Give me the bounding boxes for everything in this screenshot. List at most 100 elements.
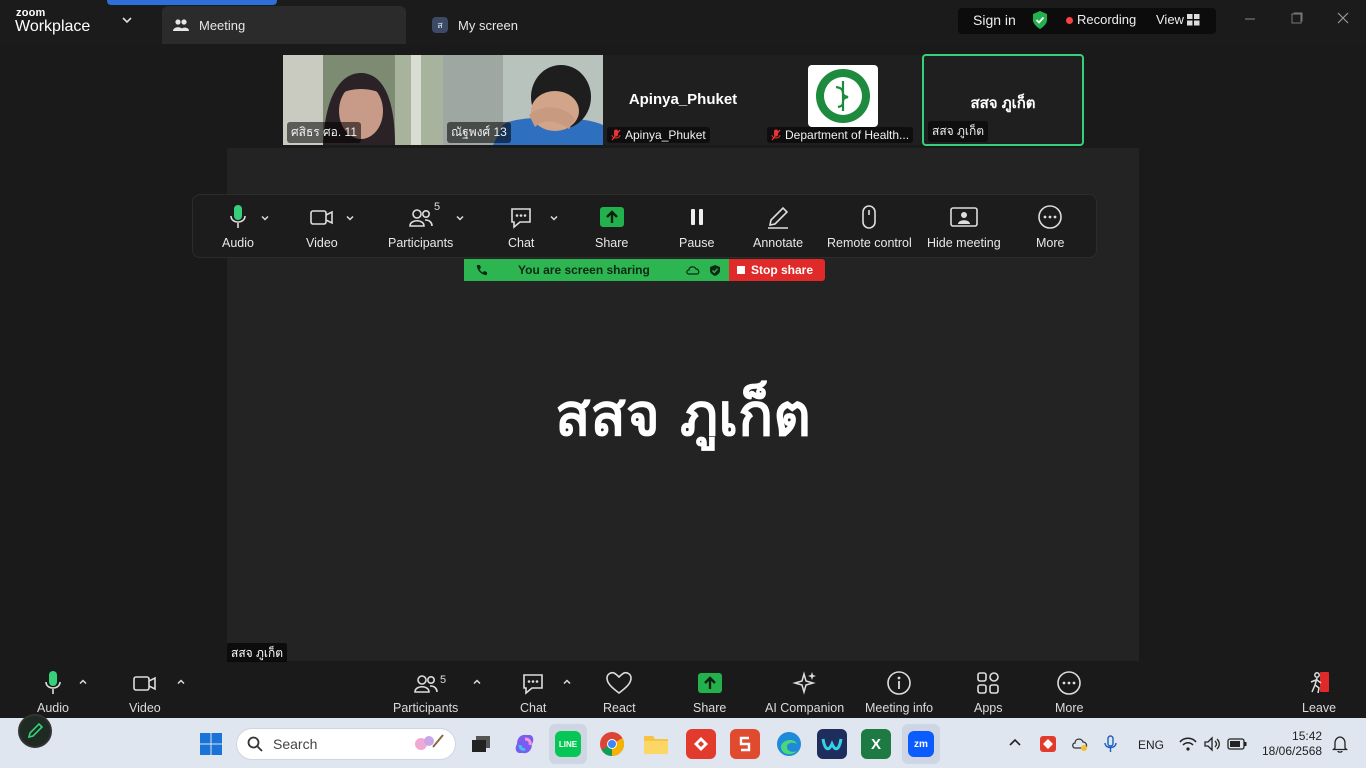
leave-button[interactable]: Leave xyxy=(1302,670,1336,715)
chat-options-chevron-up-icon[interactable] xyxy=(562,677,572,687)
stop-icon xyxy=(737,266,745,274)
anydesk-icon[interactable] xyxy=(686,729,716,759)
toolbar-participants-button[interactable]: Participants xyxy=(388,204,453,250)
pause-icon xyxy=(690,209,703,225)
participant-tile[interactable]: ศสิธร ศอ. 11 xyxy=(283,55,443,145)
participant-tile[interactable]: ณัฐพงศ์ 13 xyxy=(443,55,603,145)
wps-office-icon[interactable] xyxy=(730,729,760,759)
excel-icon[interactable]: X xyxy=(861,729,891,759)
tab-my-screen[interactable]: ส My screen xyxy=(432,6,518,44)
video-options-chevron-icon[interactable] xyxy=(345,213,355,223)
participant-name: Apinya_Phuket xyxy=(607,127,710,143)
taskbar-search-input[interactable]: Search xyxy=(236,728,456,760)
tab-my-screen-label: My screen xyxy=(458,17,518,33)
task-view-icon[interactable] xyxy=(466,729,496,759)
participants-count: 5 xyxy=(440,674,447,686)
audio-button[interactable]: Audio xyxy=(37,670,69,715)
encryption-shield-icon xyxy=(709,264,720,276)
chrome-icon[interactable] xyxy=(597,729,627,759)
toolbar-audio-button[interactable]: Audio xyxy=(222,204,254,250)
restore-icon[interactable] xyxy=(1291,12,1303,24)
close-icon[interactable] xyxy=(1337,12,1349,24)
cloud-icon xyxy=(686,266,700,275)
flower-decoration-icon xyxy=(415,734,444,750)
microphone-icon xyxy=(45,671,61,694)
recording-indicator[interactable]: Recording xyxy=(1077,12,1136,27)
participants-button[interactable]: Participants xyxy=(393,670,458,715)
pencil-icon xyxy=(768,206,789,229)
meeting-info-button[interactable]: Meeting info xyxy=(865,670,933,715)
participants-icon xyxy=(408,209,433,227)
zoom-app-icon[interactable]: zm xyxy=(902,724,940,764)
notification-bell-icon[interactable] xyxy=(1332,735,1348,753)
share-screen-icon xyxy=(697,673,722,693)
more-icon xyxy=(1057,671,1082,695)
participant-name: Department of Health... xyxy=(767,127,914,143)
chat-button[interactable]: Chat xyxy=(520,670,546,715)
video-camera-icon xyxy=(133,676,156,691)
share-button[interactable]: Share xyxy=(693,670,726,715)
clock-date: 18/06/2568 xyxy=(1262,744,1323,758)
toolbar-more-button[interactable]: More xyxy=(1036,204,1064,250)
heart-icon xyxy=(606,671,633,695)
sparkle-icon xyxy=(791,671,816,695)
participants-options-chevron-up-icon[interactable] xyxy=(472,677,482,687)
input-language[interactable]: ENG xyxy=(1138,738,1164,752)
ai-companion-button[interactable]: AI Companion xyxy=(765,670,844,715)
react-button[interactable]: React xyxy=(603,670,636,715)
video-options-chevron-up-icon[interactable] xyxy=(176,677,186,687)
participant-display-name: Apinya_Phuket xyxy=(628,91,738,108)
chat-options-chevron-icon[interactable] xyxy=(549,213,559,223)
toolbar-annotate-button[interactable]: Annotate xyxy=(753,204,803,250)
participants-options-chevron-icon[interactable] xyxy=(455,213,465,223)
grid-view-icon[interactable] xyxy=(1187,14,1200,26)
copilot-icon[interactable] xyxy=(510,729,540,759)
participant-tile-active[interactable]: สสจ ภูเก็ต สสจ ภูเก็ต xyxy=(922,54,1084,146)
chevron-down-icon[interactable] xyxy=(121,14,133,26)
more-button[interactable]: More xyxy=(1055,670,1083,715)
toolbar-video-button[interactable]: Video xyxy=(306,204,338,250)
screen-sharing-indicator[interactable]: You are screen sharing xyxy=(464,259,729,281)
toolbar-remote-control-button[interactable]: Remote control xyxy=(827,204,912,250)
line-app-icon[interactable]: LINE xyxy=(549,724,587,764)
cloud-sync-icon[interactable] xyxy=(1071,736,1089,752)
tray-app-icon[interactable] xyxy=(1040,736,1056,752)
windows-start-icon[interactable] xyxy=(199,732,223,756)
view-button[interactable]: View xyxy=(1156,12,1184,27)
minimize-icon[interactable] xyxy=(1244,12,1256,24)
battery-icon[interactable] xyxy=(1227,737,1247,751)
microphone-tray-icon[interactable] xyxy=(1101,735,1121,753)
audio-options-chevron-icon[interactable] xyxy=(260,213,270,223)
stop-share-button[interactable]: Stop share xyxy=(729,259,825,281)
apps-button[interactable]: Apps xyxy=(974,670,1003,715)
toolbar-pause-button[interactable]: Pause xyxy=(679,204,714,250)
participant-display-name: สสจ ภูเก็ต xyxy=(970,95,1036,112)
screen-sharing-text: You are screen sharing xyxy=(518,263,650,277)
floating-annotate-button[interactable] xyxy=(18,714,52,748)
participant-tile[interactable]: Apinya_Phuket Apinya_Phuket xyxy=(603,55,763,145)
tab-meeting[interactable]: Meeting xyxy=(162,6,406,44)
toolbar-share-button[interactable]: Share xyxy=(595,204,628,250)
workplace-logo-text: Workplace xyxy=(15,18,91,35)
muted-mic-icon xyxy=(771,129,781,141)
taskbar-clock[interactable]: 15:42 18/06/2568 xyxy=(1262,729,1322,759)
wifi-icon[interactable] xyxy=(1179,736,1197,752)
sign-in-link[interactable]: Sign in xyxy=(973,12,1016,28)
toolbar-hide-meeting-button[interactable]: Hide meeting xyxy=(927,204,1001,250)
participant-tile[interactable]: Department of Health... xyxy=(763,55,923,145)
audio-options-chevron-up-icon[interactable] xyxy=(78,677,88,687)
webex-icon[interactable] xyxy=(817,729,847,759)
mouse-icon xyxy=(862,205,877,229)
active-indicator xyxy=(107,0,277,5)
edge-icon[interactable] xyxy=(774,729,804,759)
file-explorer-icon[interactable] xyxy=(641,729,671,759)
volume-icon[interactable] xyxy=(1203,736,1221,752)
encryption-shield-icon[interactable] xyxy=(1031,10,1049,30)
video-button[interactable]: Video xyxy=(129,670,161,715)
recording-dot-icon xyxy=(1066,17,1073,24)
participant-name: ศสิธร ศอ. 11 xyxy=(287,122,361,143)
system-tray-chevron-up-icon[interactable] xyxy=(1009,737,1021,747)
toolbar-chat-button[interactable]: Chat xyxy=(508,204,534,250)
participants-count: 5 xyxy=(434,201,441,213)
people-icon xyxy=(173,18,189,32)
